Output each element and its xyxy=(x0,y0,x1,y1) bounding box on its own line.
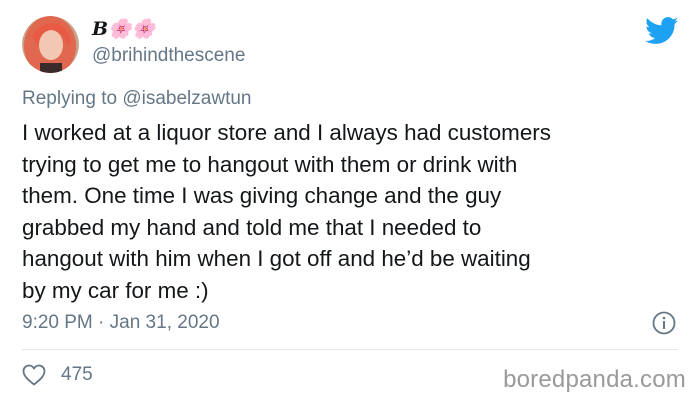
tweet-card: B🌸🌸 @brihindthescene Replying to @isabel… xyxy=(0,0,700,402)
twitter-bird-icon[interactable] xyxy=(645,17,679,45)
heart-icon[interactable] xyxy=(22,364,46,386)
avatar[interactable] xyxy=(22,16,79,73)
info-icon[interactable] xyxy=(652,311,676,335)
watermark: boredpanda.com xyxy=(503,366,686,393)
like-count: 475 xyxy=(61,364,93,385)
tweet-timestamp[interactable]: 9:20 PM · Jan 31, 2020 xyxy=(22,312,220,334)
author-display-name[interactable]: B🌸🌸 xyxy=(92,17,155,40)
replying-to-label: Replying to xyxy=(22,88,118,109)
replying-to: Replying to @isabelzawtun xyxy=(22,88,251,110)
reply-mention-link[interactable]: @isabelzawtun xyxy=(122,88,251,109)
author-handle[interactable]: @brihindthescene xyxy=(92,45,245,67)
divider xyxy=(22,349,678,350)
tweet-text: I worked at a liquor store and I always … xyxy=(22,120,551,303)
